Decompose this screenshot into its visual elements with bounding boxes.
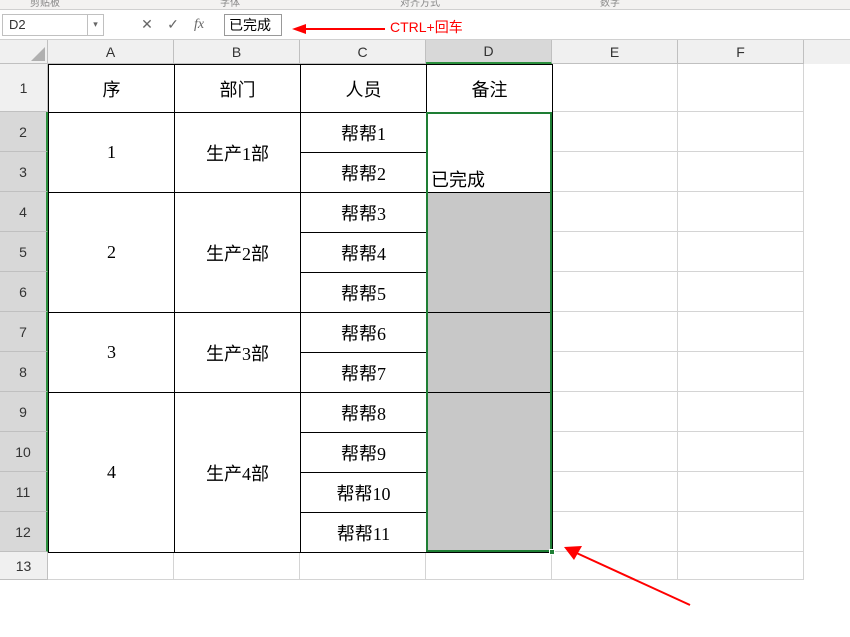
row-header-12[interactable]: 12 xyxy=(0,512,48,552)
cell-note-active[interactable]: 已完成 xyxy=(427,113,553,193)
cell-person[interactable]: 帮帮5 xyxy=(301,273,427,313)
cell-person[interactable]: 帮帮9 xyxy=(301,433,427,473)
arrow-diag-icon xyxy=(560,540,700,620)
cell-person[interactable]: 帮帮10 xyxy=(301,473,427,513)
cell-person[interactable]: 帮帮6 xyxy=(301,313,427,353)
cell-person[interactable]: 帮帮8 xyxy=(301,393,427,433)
formula-bar: D2 ▾ ✕ ✓ fx 已完成 CTRL+回车 xyxy=(0,10,850,40)
cell-person[interactable]: 帮帮4 xyxy=(301,233,427,273)
ribbon-label-font: 字体 xyxy=(220,0,240,9)
cell-person[interactable]: 帮帮7 xyxy=(301,353,427,393)
cell-dept[interactable]: 生产3部 xyxy=(175,313,301,393)
cell-seq[interactable]: 1 xyxy=(49,113,175,193)
col-header-f[interactable]: F xyxy=(678,40,804,64)
cell-note[interactable] xyxy=(427,313,553,393)
formula-confirm-button[interactable]: ✓ xyxy=(160,14,186,36)
cell-person[interactable]: 帮帮1 xyxy=(301,113,427,153)
cell-seq[interactable]: 2 xyxy=(49,193,175,313)
cell-note[interactable] xyxy=(427,393,553,553)
cell-dept[interactable]: 生产2部 xyxy=(175,193,301,313)
row-header-11[interactable]: 11 xyxy=(0,472,48,512)
cell-person[interactable]: 帮帮2 xyxy=(301,153,427,193)
data-table: 序 部门 人员 备注 1 生产1部 帮帮1 已完成 帮帮2 2 生产2部 帮帮3… xyxy=(48,64,553,553)
ribbon-label-clipboard: 剪贴板 xyxy=(30,0,60,9)
name-box-dropdown[interactable]: ▾ xyxy=(88,14,104,36)
cell-dept[interactable]: 生产1部 xyxy=(175,113,301,193)
col-header-c[interactable]: C xyxy=(300,40,426,64)
row-header-7[interactable]: 7 xyxy=(0,312,48,352)
row-header-4[interactable]: 4 xyxy=(0,192,48,232)
row-header-5[interactable]: 5 xyxy=(0,232,48,272)
th-seq[interactable]: 序 xyxy=(49,65,175,113)
row-header-6[interactable]: 6 xyxy=(0,272,48,312)
name-box[interactable]: D2 xyxy=(2,14,88,36)
col-header-e[interactable]: E xyxy=(552,40,678,64)
cell-dept[interactable]: 生产4部 xyxy=(175,393,301,553)
selection-handle[interactable] xyxy=(549,549,555,555)
formula-cancel-button[interactable]: ✕ xyxy=(134,14,160,36)
cell-seq[interactable]: 3 xyxy=(49,313,175,393)
row-header-10[interactable]: 10 xyxy=(0,432,48,472)
sheet-grid[interactable]: A B C D E F 1 2 3 4 5 6 7 8 9 10 11 12 1… xyxy=(0,40,850,580)
ribbon-fragment: 剪贴板 字体 对齐方式 数字 xyxy=(0,0,850,10)
ribbon-label-align: 对齐方式 xyxy=(400,0,440,9)
cell-person[interactable]: 帮帮11 xyxy=(301,513,427,553)
select-all-corner[interactable] xyxy=(0,40,48,64)
row-header-2[interactable]: 2 xyxy=(0,112,48,152)
cell-seq[interactable]: 4 xyxy=(49,393,175,553)
row-header-1[interactable]: 1 xyxy=(0,64,48,112)
formula-input[interactable]: 已完成 xyxy=(224,14,282,36)
arrow-left-icon xyxy=(290,21,390,37)
row-header-13[interactable]: 13 xyxy=(0,552,48,580)
ribbon-label-number: 数字 xyxy=(600,0,620,9)
col-header-b[interactable]: B xyxy=(174,40,300,64)
cell-note[interactable] xyxy=(427,193,553,313)
th-note[interactable]: 备注 xyxy=(427,65,553,113)
row-header-9[interactable]: 9 xyxy=(0,392,48,432)
column-headers: A B C D E F xyxy=(0,40,850,64)
col-header-d[interactable]: D xyxy=(426,40,552,64)
col-header-a[interactable]: A xyxy=(48,40,174,64)
th-dept[interactable]: 部门 xyxy=(175,65,301,113)
row-header-3[interactable]: 3 xyxy=(0,152,48,192)
annotation-text: CTRL+回车 xyxy=(390,17,463,37)
row-header-8[interactable]: 8 xyxy=(0,352,48,392)
fx-button[interactable]: fx xyxy=(186,14,212,36)
cell-person[interactable]: 帮帮3 xyxy=(301,193,427,233)
th-person[interactable]: 人员 xyxy=(301,65,427,113)
